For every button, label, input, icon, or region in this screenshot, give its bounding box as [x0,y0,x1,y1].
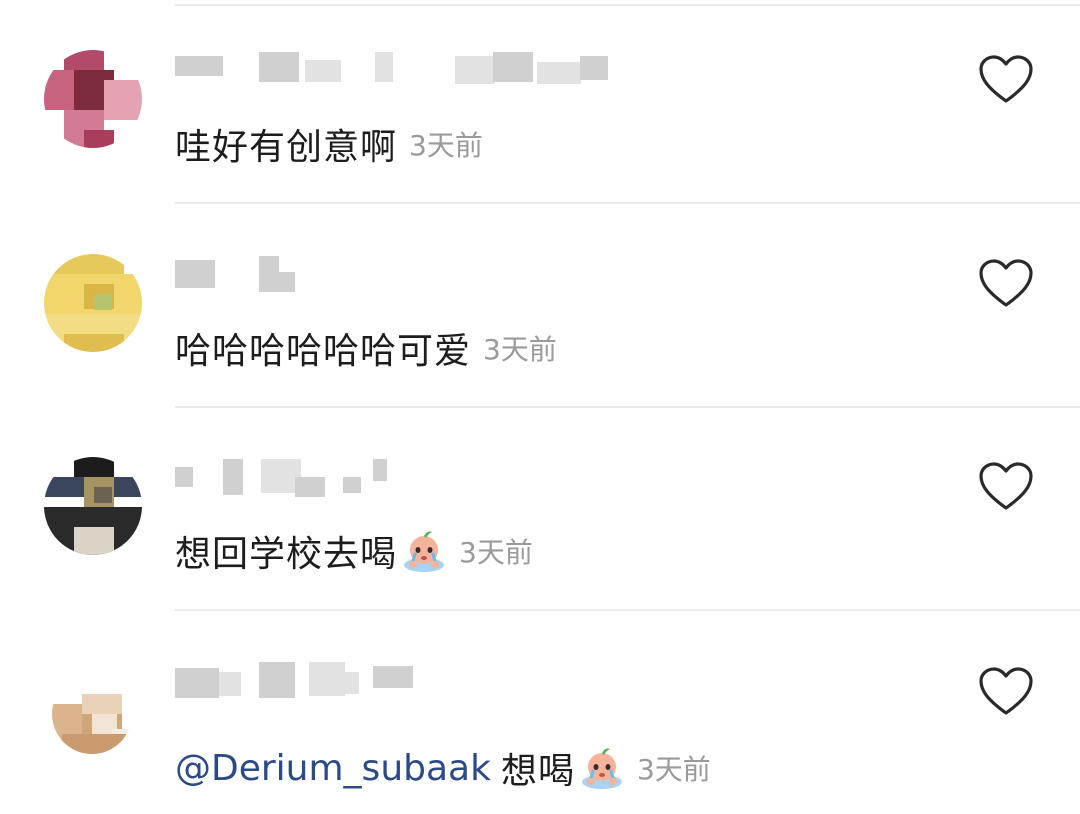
avatar-pixel [104,80,142,120]
username-pixel [175,260,215,288]
comment-text: 想回学校去喝 [175,534,398,575]
timestamp: 3天前 [636,753,711,786]
like-button[interactable] [978,258,1034,310]
comment-item: 哈哈哈哈哈哈可爱 3天前 [0,204,1080,408]
username-pixel [271,272,295,292]
crying-face-emoji-icon [404,531,445,572]
username-pixel [373,459,387,481]
comment-item: 想回学校去喝 3天前 [0,407,1080,611]
timestamp: 3天前 [483,333,557,366]
avatar[interactable] [44,50,142,148]
username-pixel [343,477,361,493]
comment-item: @Derium_subaak 想喝 3天前 [0,610,1080,814]
heart-outline-icon [979,462,1033,510]
username-pixel [305,60,341,82]
comment-text: 哈哈哈哈哈哈可爱 [175,331,472,372]
username-pixel [373,666,413,688]
username-pixel [175,56,223,76]
timestamp: 3天前 [459,536,533,569]
avatar[interactable] [44,457,142,555]
like-button[interactable] [978,666,1034,718]
username-redacted[interactable] [175,662,635,702]
username-redacted[interactable] [175,256,635,296]
username-pixel [175,668,219,698]
username-pixel [493,52,533,82]
username-pixel [295,477,325,497]
avatar-pixel [64,334,124,352]
avatar[interactable] [52,674,132,754]
mention-link[interactable]: @Derium_subaak [175,748,491,789]
username-pixel [175,467,193,487]
username-pixel [537,62,581,84]
comment-item: 哇好有创意啊 3天前 [0,0,1080,204]
avatar-pixel [94,487,112,503]
avatar-pixel [62,734,132,754]
username-pixel [335,672,359,694]
avatar-pixel [74,527,114,555]
comment-text: 哇好有创意啊 [175,127,398,168]
avatar-pixel [74,457,114,477]
crying-face-emoji-icon [581,748,622,789]
avatar-pixel [94,294,112,310]
heart-outline-icon [979,259,1033,307]
username-pixel [580,56,608,80]
heart-outline-icon [979,667,1033,715]
timestamp: 3天前 [409,129,483,162]
comment-line: 哈哈哈哈哈哈可爱 3天前 [175,322,557,374]
username-pixel [375,52,393,82]
username-redacted[interactable] [175,459,635,499]
username-pixel [259,662,295,698]
username-pixel [259,52,299,82]
comment-line: 想回学校去喝 3天前 [175,525,533,577]
heart-outline-icon [979,55,1033,103]
comment-line: 哇好有创意啊 3天前 [175,118,483,170]
comment-text: 想喝 [500,751,575,792]
username-pixel [455,56,495,84]
avatar[interactable] [44,254,142,352]
like-button[interactable] [978,461,1034,513]
username-redacted[interactable] [175,52,635,92]
like-button[interactable] [978,54,1034,106]
comment-line: @Derium_subaak 想喝 3天前 [175,742,711,794]
username-pixel [219,672,241,696]
avatar-pixel [84,130,114,148]
username-pixel [223,459,243,495]
